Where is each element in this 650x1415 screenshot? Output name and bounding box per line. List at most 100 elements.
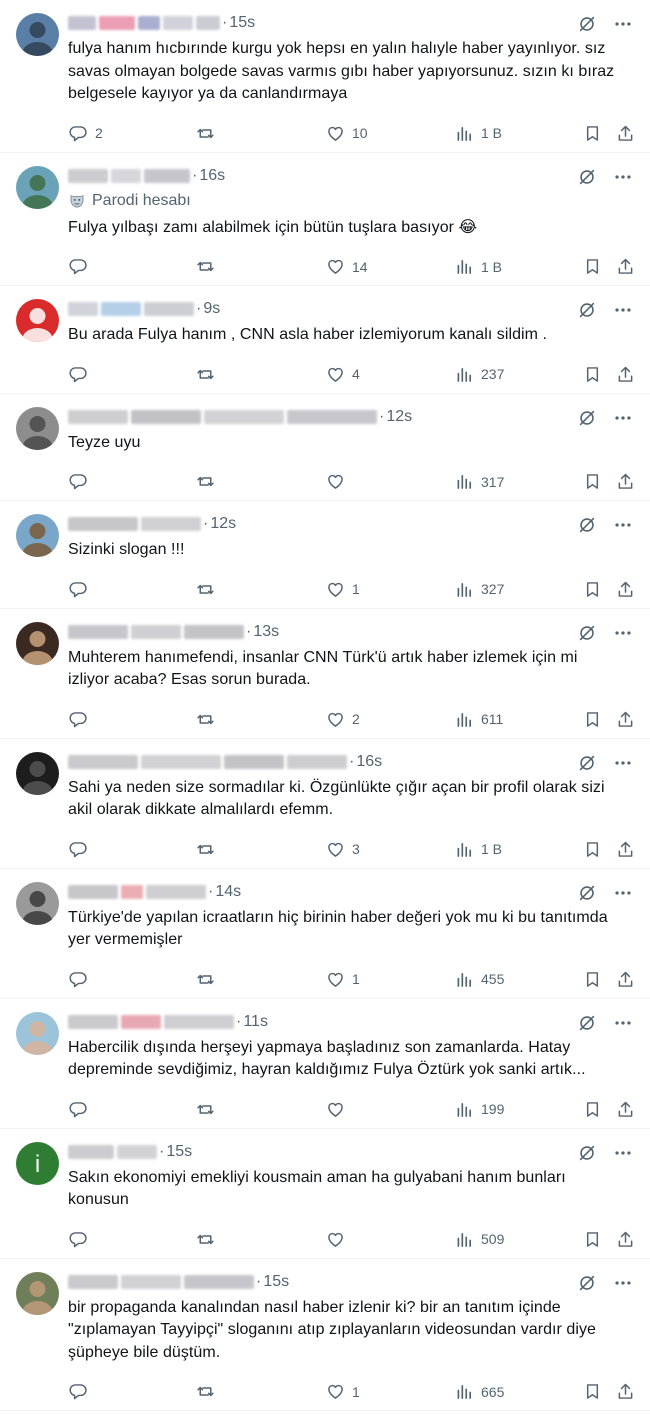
share-button[interactable] — [615, 123, 636, 144]
more-icon[interactable] — [612, 407, 634, 429]
bookmark-button[interactable] — [582, 256, 603, 277]
like-button[interactable] — [325, 1099, 352, 1120]
author-name-redacted[interactable] — [68, 754, 347, 769]
reply-button[interactable]: 2 — [68, 123, 103, 144]
views-button[interactable]: 327 — [454, 579, 504, 600]
grok-icon[interactable] — [576, 166, 598, 188]
author-name-redacted[interactable] — [68, 884, 206, 899]
more-icon[interactable] — [612, 1012, 634, 1034]
tweet[interactable]: · 9s Bu arada Fulya hanım , CNN asla haber… — [0, 286, 650, 394]
timestamp[interactable]: 9s — [203, 300, 220, 318]
avatar[interactable] — [16, 406, 59, 450]
like-button[interactable]: 1 — [325, 1381, 360, 1402]
author-name-redacted[interactable] — [68, 517, 201, 531]
grok-icon[interactable] — [576, 882, 598, 904]
tweet[interactable]: · 14s Türkiye'de yapılan icraatların hiç b… — [0, 869, 650, 999]
bookmark-button[interactable] — [582, 364, 603, 385]
share-button[interactable] — [615, 471, 636, 492]
tweet[interactable]: · 11s Habercilik dışında herşeyi yapmaya b… — [0, 999, 650, 1129]
grok-icon[interactable] — [576, 514, 598, 536]
timestamp[interactable]: 14s — [215, 883, 241, 901]
like-button[interactable]: 4 — [325, 364, 360, 385]
retweet-button[interactable] — [195, 969, 222, 990]
reply-button[interactable] — [68, 1099, 95, 1120]
reply-button[interactable] — [68, 471, 95, 492]
timestamp[interactable]: 13s — [253, 623, 279, 641]
like-button[interactable]: 1 — [325, 969, 360, 990]
tweet[interactable]: · 12s Sizinki slogan !!! 1 327 — [0, 501, 650, 609]
bookmark-button[interactable] — [582, 969, 603, 990]
tweet[interactable]: · 16s Parodi hesabı Fulya yılbaşı zamı alab… — [0, 153, 650, 286]
bookmark-button[interactable] — [582, 123, 603, 144]
reply-button[interactable] — [68, 1381, 95, 1402]
timestamp[interactable]: 15s — [263, 1273, 289, 1291]
grok-icon[interactable] — [576, 299, 598, 321]
views-button[interactable]: 509 — [454, 1229, 504, 1250]
views-button[interactable]: 665 — [454, 1381, 504, 1402]
tweet[interactable]: · 15s bir propaganda kanalından nasıl habe… — [0, 1259, 650, 1411]
avatar[interactable] — [16, 1011, 59, 1055]
like-button[interactable]: 2 — [325, 709, 360, 730]
retweet-button[interactable] — [195, 471, 222, 492]
reply-button[interactable] — [68, 839, 95, 860]
views-button[interactable]: 199 — [454, 1099, 504, 1120]
share-button[interactable] — [615, 364, 636, 385]
author-name-redacted[interactable] — [68, 624, 244, 639]
avatar[interactable] — [16, 13, 59, 56]
bookmark-button[interactable] — [582, 839, 603, 860]
like-button[interactable] — [325, 1229, 352, 1250]
bookmark-button[interactable] — [582, 709, 603, 730]
views-button[interactable]: 1 B — [454, 123, 502, 144]
views-button[interactable]: 611 — [454, 709, 503, 730]
grok-icon[interactable] — [576, 752, 598, 774]
bookmark-button[interactable] — [582, 471, 603, 492]
author-name-redacted[interactable] — [68, 1144, 157, 1159]
grok-icon[interactable] — [576, 1012, 598, 1034]
author-name-redacted[interactable] — [68, 1014, 234, 1029]
more-icon[interactable] — [612, 1272, 634, 1294]
timestamp[interactable]: 16s — [199, 167, 225, 185]
bookmark-button[interactable] — [582, 579, 603, 600]
avatar[interactable] — [16, 751, 59, 795]
timestamp[interactable]: 12s — [386, 408, 412, 426]
retweet-button[interactable] — [195, 1381, 222, 1402]
retweet-button[interactable] — [195, 1099, 222, 1120]
more-icon[interactable] — [612, 752, 634, 774]
bookmark-button[interactable] — [582, 1381, 603, 1402]
more-icon[interactable] — [612, 882, 634, 904]
share-button[interactable] — [615, 839, 636, 860]
retweet-button[interactable] — [195, 839, 222, 860]
timestamp[interactable]: 11s — [243, 1013, 268, 1031]
retweet-button[interactable] — [195, 364, 222, 385]
tweet[interactable]: · 13s Muhterem hanımefendi, insanlar CNN T… — [0, 609, 650, 739]
views-button[interactable]: 455 — [454, 969, 504, 990]
author-name-redacted[interactable] — [68, 409, 377, 424]
like-button[interactable]: 3 — [325, 839, 360, 860]
share-button[interactable] — [615, 1229, 636, 1250]
retweet-button[interactable] — [195, 709, 222, 730]
author-name-redacted[interactable] — [68, 1274, 254, 1289]
more-icon[interactable] — [612, 13, 634, 35]
share-button[interactable] — [615, 256, 636, 277]
author-name-redacted[interactable] — [68, 302, 194, 316]
views-button[interactable]: 237 — [454, 364, 504, 385]
reply-button[interactable] — [68, 364, 95, 385]
author-name-redacted[interactable] — [68, 168, 190, 183]
share-button[interactable] — [615, 709, 636, 730]
like-button[interactable]: 1 — [325, 579, 360, 600]
avatar[interactable] — [16, 299, 59, 342]
avatar[interactable] — [16, 621, 59, 665]
views-button[interactable]: 1 B — [454, 839, 502, 860]
reply-button[interactable] — [68, 256, 95, 277]
reply-button[interactable] — [68, 709, 95, 730]
more-icon[interactable] — [612, 166, 634, 188]
views-button[interactable]: 317 — [454, 471, 504, 492]
grok-icon[interactable] — [576, 1272, 598, 1294]
like-button[interactable]: 10 — [325, 123, 368, 144]
share-button[interactable] — [615, 579, 636, 600]
avatar[interactable] — [16, 165, 59, 209]
bookmark-button[interactable] — [582, 1099, 603, 1120]
author-name-redacted[interactable] — [68, 16, 220, 30]
timestamp[interactable]: 15s — [166, 1143, 192, 1161]
more-icon[interactable] — [612, 622, 634, 644]
